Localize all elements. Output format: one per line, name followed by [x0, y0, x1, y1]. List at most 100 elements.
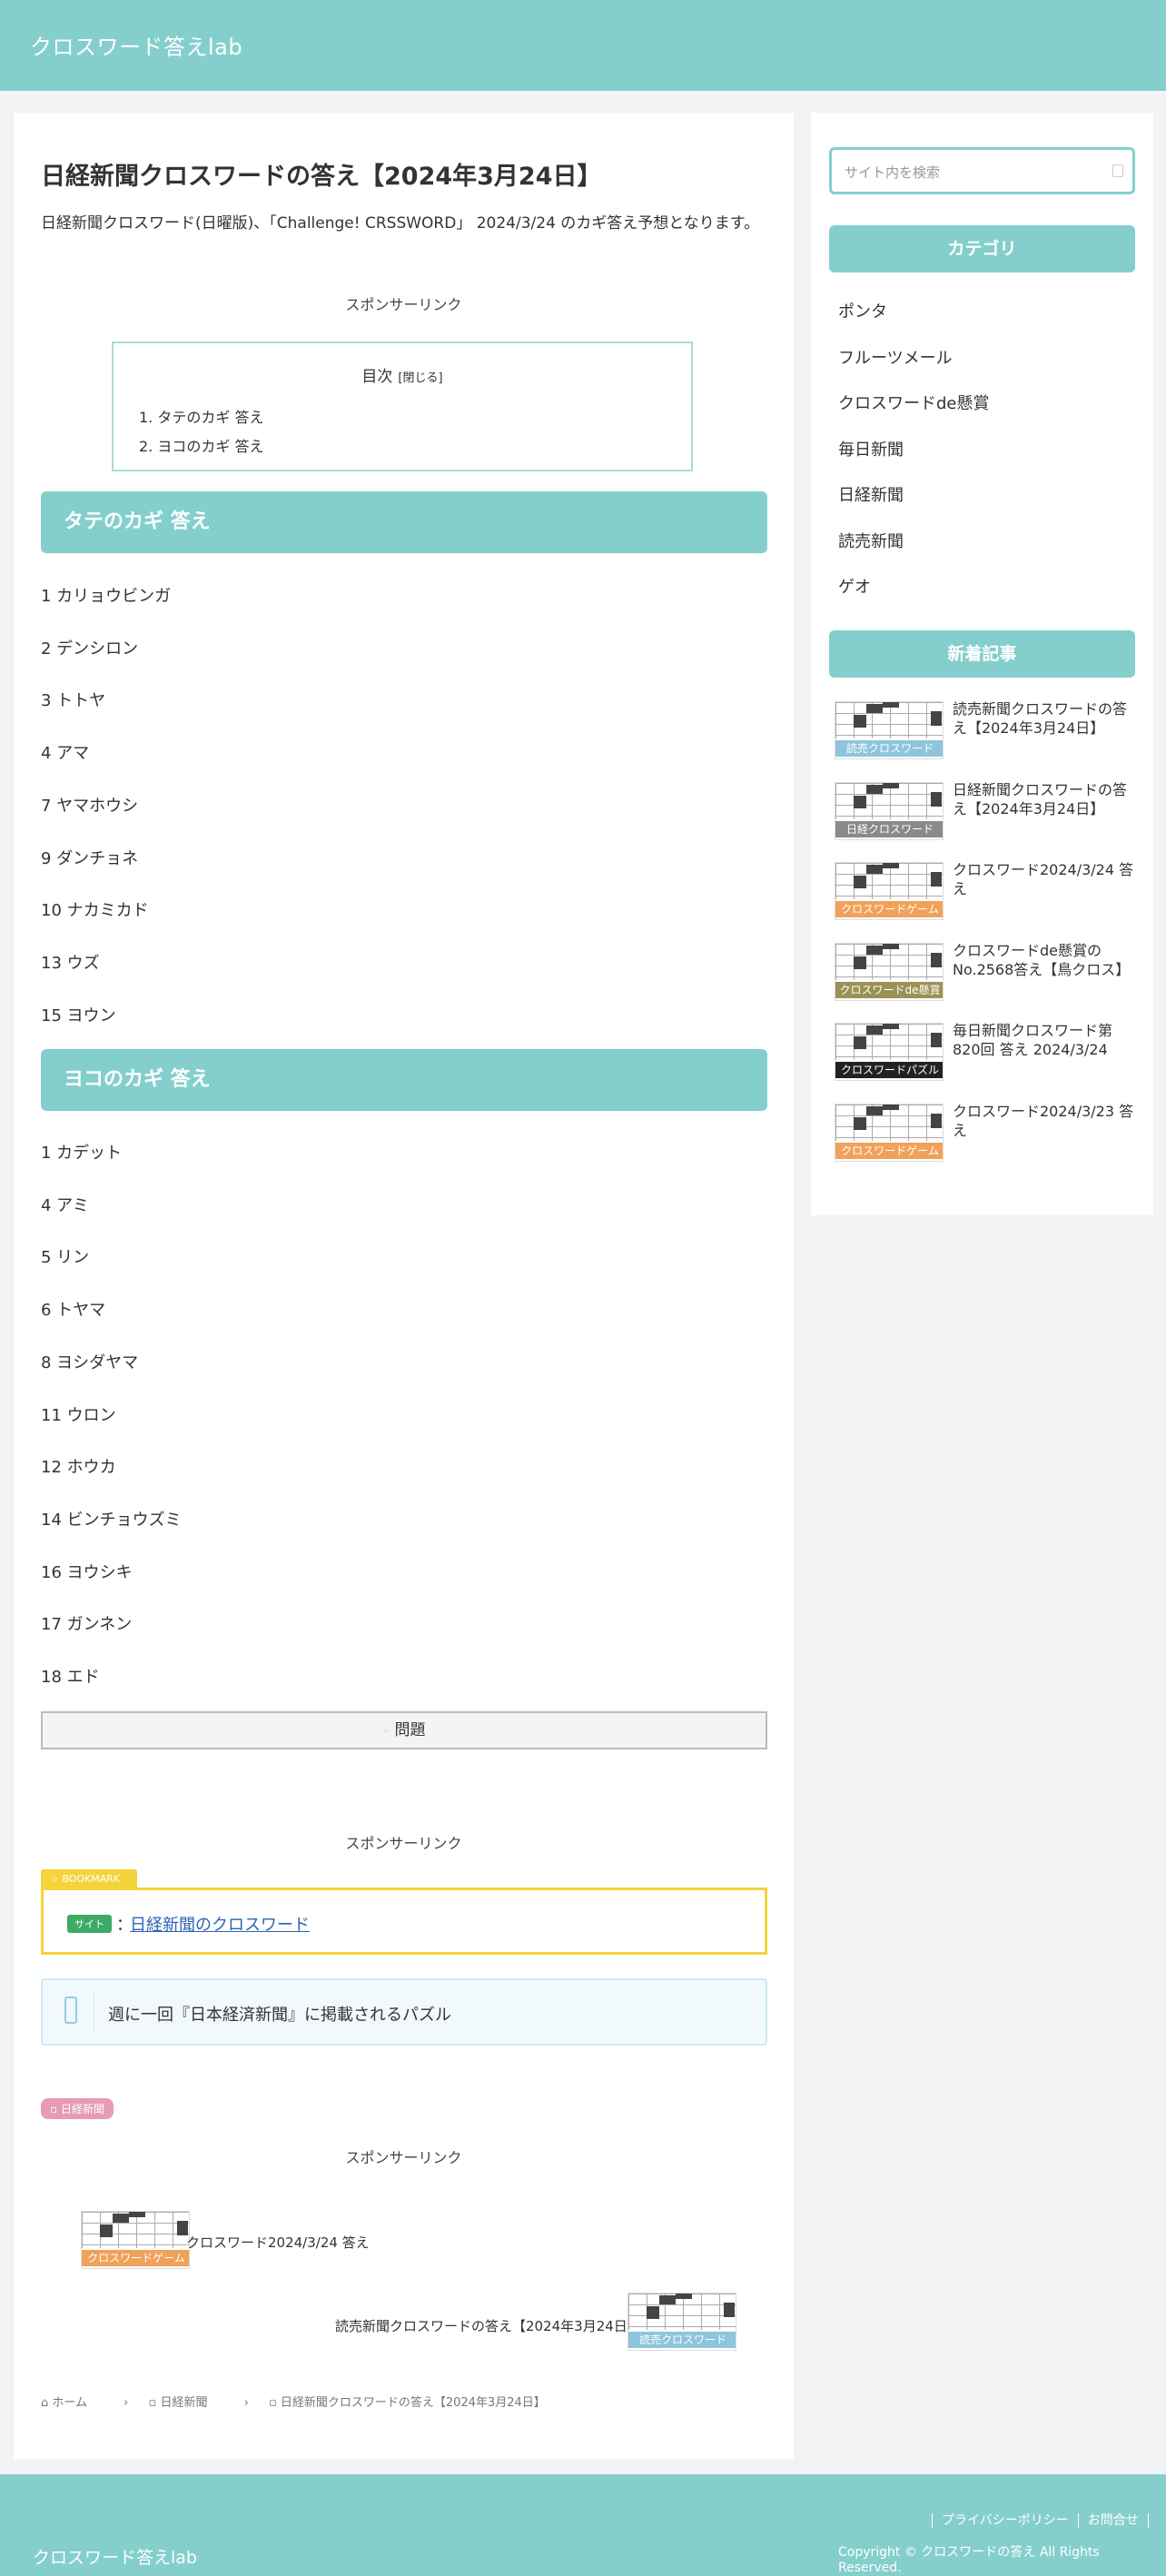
bookmark-link[interactable]: 日経新聞のクロスワード	[130, 1912, 310, 1936]
new-post-title[interactable]: 日経新聞クロスワードの答え【2024年3月24日】	[953, 780, 1134, 818]
related-prev-title[interactable]: クロスワード2024/3/24 答え	[186, 2233, 370, 2252]
breadcrumb-separator: ›	[243, 2396, 249, 2410]
answer-item: 9 ダンチョネ	[41, 848, 139, 868]
answer-item: 18 エド	[41, 1668, 100, 1687]
folder-icon: ▫	[50, 2103, 61, 2115]
question-button[interactable]: ◦ 問題	[41, 1711, 767, 1749]
sponsor-label: スポンサーリンク	[345, 2149, 462, 2166]
post-thumbnail: クロスワードゲーム	[835, 862, 944, 920]
category-heading: カテゴリ	[829, 225, 1135, 272]
sidebar: サイト内を検索 カテゴリ ポンタ フルーツメール クロスワードde懸賞 毎日新聞 日経新…	[811, 113, 1153, 1215]
category-item[interactable]: ポンタ	[838, 299, 887, 322]
new-post-item[interactable]: クロスワードde懸賞 クロスワードde懸賞の No.2568答え【鳥クロス】	[835, 941, 1143, 1006]
category-item[interactable]: 日経新聞	[838, 482, 904, 506]
answer-item: 3 トトヤ	[41, 691, 106, 711]
question-icon: ◦	[382, 1725, 390, 1738]
new-posts-heading: 新着記事	[829, 630, 1135, 678]
answer-item: 4 アマ	[41, 744, 90, 764]
new-post-item[interactable]: 読売クロスワード 読売新聞クロスワードの答え【2024年3月24日】	[835, 699, 1143, 765]
breadcrumb-separator: ›	[124, 2396, 129, 2410]
sponsor-label: スポンサーリンク	[345, 296, 462, 313]
footer-site-title[interactable]: クロスワード答えlab	[33, 2544, 197, 2569]
answer-item: 1 カデット	[41, 1144, 123, 1163]
category-tag[interactable]: ▫ 日経新聞	[41, 2098, 114, 2119]
breadcrumb-home[interactable]: ⌂ ホーム	[41, 2396, 104, 2410]
new-post-title[interactable]: クロスワード2024/3/23 答え	[953, 1102, 1134, 1140]
answer-item: 12 ホウカ	[41, 1458, 116, 1478]
sponsor-label: スポンサーリンク	[345, 1835, 462, 1852]
info-text: 週に一回『日本経済新聞』に掲載されるパズル	[108, 2006, 451, 2025]
thumbnail-label: クロスワードゲーム	[835, 901, 943, 917]
post-thumbnail: クロスワードパズル	[835, 1023, 944, 1081]
new-post-title[interactable]: クロスワードde懸賞の No.2568答え【鳥クロス】	[953, 941, 1134, 979]
answer-item: 11 ウロン	[41, 1405, 116, 1425]
answer-item: 15 ヨウン	[41, 1006, 116, 1025]
thumbnail-label: クロスワードゲーム	[835, 1142, 943, 1159]
answer-item: 7 ヤマホウシ	[41, 796, 139, 816]
post-thumbnail: 日経クロスワード	[835, 781, 944, 840]
article-lead: 日経新聞クロスワード(日曜版)、「Challenge! CRSSWORD」 20…	[41, 214, 760, 233]
yoko-heading: ヨコのカギ 答え	[41, 1049, 767, 1111]
new-post-item[interactable]: 日経クロスワード 日経新聞クロスワードの答え【2024年3月24日】	[835, 780, 1143, 846]
info-icon	[64, 1996, 77, 2024]
site-badge: サイト	[67, 1915, 112, 1933]
category-item[interactable]: クロスワードde懸賞	[838, 391, 990, 414]
info-box: 週に一回『日本経済新聞』に掲載されるパズル	[41, 1978, 767, 2046]
thumbnail-label: クロスワードde懸賞	[835, 981, 943, 998]
new-post-item[interactable]: クロスワードゲーム クロスワード2024/3/23 答え	[835, 1102, 1143, 1167]
category-item[interactable]: フルーツメール	[838, 345, 953, 369]
contact-link[interactable]: お問合せ	[1078, 2513, 1149, 2528]
breadcrumb-category[interactable]: ▫ 日経新聞	[149, 2396, 224, 2410]
bookmark-tag: ☆ BOOKMARK	[41, 1869, 137, 1889]
thumbnail-label: 日経クロスワード	[835, 820, 943, 837]
answer-item: 2 デンシロン	[41, 639, 139, 659]
post-thumbnail: 読売クロスワード	[835, 701, 944, 759]
new-post-title[interactable]: 読売新聞クロスワードの答え【2024年3月24日】	[953, 699, 1134, 738]
related-prev[interactable]: クロスワードゲーム	[66, 2211, 193, 2274]
breadcrumb: ⌂ ホーム › ▫ 日経新聞 › ▫ 日経新聞クロスワードの答え【2024年3月…	[41, 2393, 578, 2410]
post-thumbnail: クロスワードゲーム	[835, 1103, 944, 1162]
answer-item: 13 ウズ	[41, 953, 100, 973]
thumbnail-label: 読売クロスワード	[628, 2332, 736, 2348]
thumbnail-label: 読売クロスワード	[835, 740, 943, 757]
new-post-title[interactable]: クロスワード2024/3/24 答え	[953, 860, 1134, 898]
copyright: Copyright © クロスワードの答え All Rights Reserve…	[838, 2545, 1100, 2575]
related-thumbnail: 読売クロスワード	[627, 2293, 736, 2351]
search-icon[interactable]	[1112, 164, 1123, 177]
privacy-policy-link[interactable]: プライバシーポリシー	[932, 2513, 1079, 2528]
answer-item: 6 トヤマ	[41, 1301, 106, 1321]
new-post-item[interactable]: クロスワードパズル 毎日新聞クロスワード第820回 答え 2024/3/24	[835, 1021, 1143, 1086]
toc-toggle[interactable]: [閉じる]	[398, 372, 442, 385]
related-next[interactable]: 読売クロスワード	[627, 2293, 755, 2356]
answer-item: 5 リン	[41, 1248, 90, 1268]
tate-heading: タテのカギ 答え	[41, 491, 767, 553]
page-title: 日経新聞クロスワードの答え【2024年3月24日】	[41, 163, 602, 191]
breadcrumb-current: ▫ 日経新聞クロスワードの答え【2024年3月24日】	[268, 2396, 546, 2410]
category-item[interactable]: ゲオ	[838, 574, 871, 598]
main-content: 日経新聞クロスワードの答え【2024年3月24日】 日経新聞クロスワード(日曜版…	[14, 113, 794, 2459]
toc-item[interactable]: 2. ヨコのカギ 答え	[139, 434, 263, 456]
answer-item: 10 ナカミカド	[41, 901, 149, 921]
site-title-link[interactable]: クロスワード答えlab	[30, 29, 242, 61]
answer-item: 4 アミ	[41, 1195, 89, 1215]
related-next-title[interactable]: 読売新聞クロスワードの答え【2024年3月24日】	[335, 2316, 641, 2335]
footer-links: プライバシーポリシー お問合せ	[932, 2511, 1149, 2529]
site-footer: プライバシーポリシー お問合せ クロスワード答えlab Copyright © ク…	[0, 2474, 1166, 2576]
search-input[interactable]: サイト内を検索	[829, 147, 1135, 194]
site-header: クロスワード答えlab	[0, 0, 1166, 91]
new-post-item[interactable]: クロスワードゲーム クロスワード2024/3/24 答え	[835, 860, 1143, 926]
post-thumbnail: クロスワードde懸賞	[835, 942, 944, 1001]
toc-item[interactable]: 1. タテのカギ 答え	[139, 405, 263, 427]
answer-item: 17 ガンネン	[41, 1615, 133, 1635]
category-item[interactable]: 毎日新聞	[838, 437, 904, 461]
new-post-title[interactable]: 毎日新聞クロスワード第820回 答え 2024/3/24	[953, 1021, 1134, 1059]
table-of-contents: 目次 [閉じる] 1. タテのカギ 答え 2. ヨコのカギ 答え	[112, 342, 693, 471]
answer-item: 1 カリョウビンガ	[41, 587, 172, 606]
category-item[interactable]: 読売新聞	[838, 529, 904, 552]
thumbnail-label: クロスワードパズル	[835, 1062, 943, 1078]
bookmark-box: サイト ： 日経新聞のクロスワード	[41, 1887, 767, 1955]
answer-item: 14 ビンチョウズミ	[41, 1510, 182, 1530]
answer-item: 8 ヨシダヤマ	[41, 1352, 139, 1372]
thumbnail-label: クロスワードゲーム	[82, 2250, 189, 2266]
toc-title: 目次 [閉じる]	[361, 368, 443, 386]
